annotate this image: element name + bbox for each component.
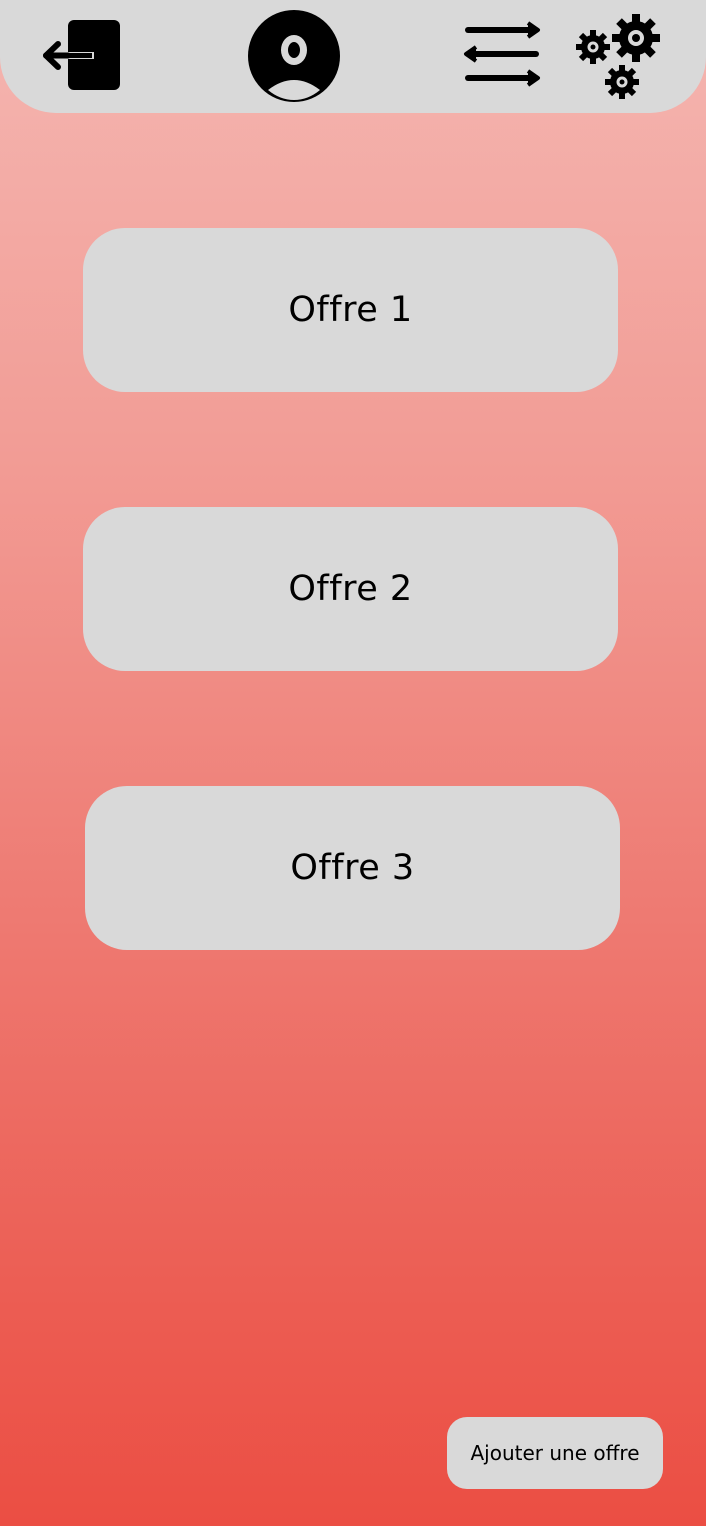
add-offer-button[interactable]: Ajouter une offre — [447, 1417, 663, 1489]
top-navigation-bar — [0, 0, 706, 113]
offer-label: Offre 1 — [288, 290, 413, 330]
transfer-icon[interactable] — [462, 20, 544, 92]
offer-card-3[interactable]: Offre 3 — [85, 786, 620, 950]
offer-card-1[interactable]: Offre 1 — [83, 228, 618, 392]
offer-label: Offre 3 — [290, 848, 415, 888]
offer-label: Offre 2 — [288, 569, 413, 609]
add-offer-label: Ajouter une offre — [470, 1441, 640, 1465]
offer-card-2[interactable]: Offre 2 — [83, 507, 618, 671]
logout-icon[interactable] — [38, 18, 124, 92]
settings-icon[interactable] — [574, 14, 664, 102]
profile-icon[interactable] — [246, 8, 342, 104]
